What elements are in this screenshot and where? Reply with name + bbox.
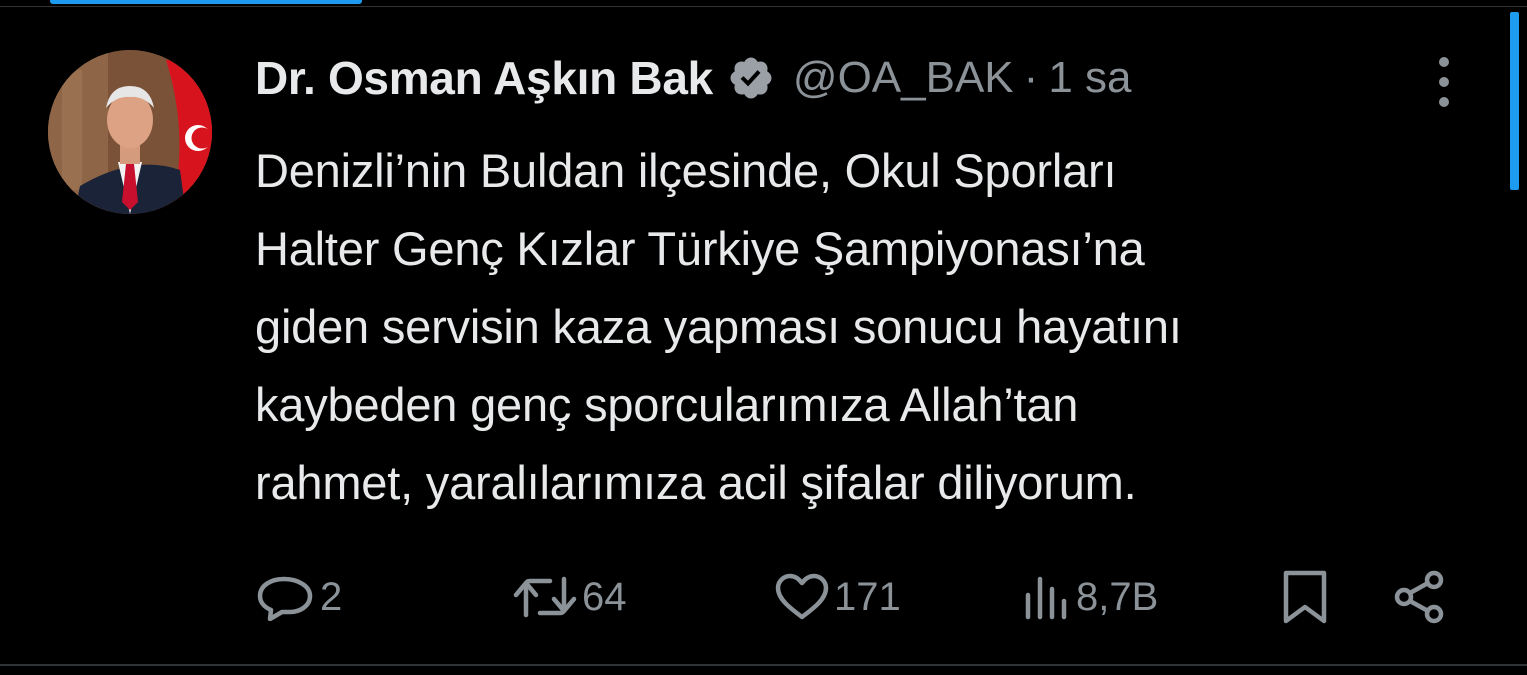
- retweet-icon: [513, 576, 577, 618]
- views-count: 8,7B: [1076, 574, 1159, 619]
- retweet-count: 64: [582, 574, 627, 619]
- views-button[interactable]: 8,7B: [1022, 566, 1158, 628]
- views-icon: [1025, 576, 1067, 620]
- top-divider: [0, 6, 1527, 7]
- tab-active-indicator: [50, 0, 362, 4]
- avatar-image: [48, 50, 212, 214]
- author-handle[interactable]: @OA_BAK: [793, 53, 1014, 103]
- avatar[interactable]: [48, 50, 212, 214]
- share-button[interactable]: [1392, 566, 1448, 628]
- bottom-divider: [0, 664, 1527, 666]
- tweet-header: Dr. Osman Aşkın Bak @OA_BAK · 1 sa: [255, 48, 1132, 108]
- reply-count: 2: [320, 574, 343, 619]
- verified-badge-icon[interactable]: [727, 54, 775, 102]
- bookmark-icon: [1283, 570, 1327, 624]
- bookmark-button[interactable]: [1280, 566, 1330, 628]
- tweet-timestamp[interactable]: 1 sa: [1048, 53, 1131, 103]
- retweet-button[interactable]: 64: [512, 566, 627, 628]
- reply-icon: [257, 576, 313, 621]
- reply-button[interactable]: 2: [256, 566, 342, 628]
- share-icon: [1394, 570, 1444, 624]
- heart-icon: [775, 573, 829, 620]
- author-display-name[interactable]: Dr. Osman Aşkın Bak: [255, 51, 713, 105]
- like-button[interactable]: 171: [774, 566, 901, 628]
- tweet-text: Denizli’nin Buldan ilçesinde, Okul Sporl…: [255, 144, 1182, 509]
- scrollbar-thumb[interactable]: [1510, 12, 1519, 190]
- like-count: 171: [834, 574, 901, 619]
- more-options-icon[interactable]: [1428, 54, 1460, 110]
- header-separator: ·: [1023, 53, 1039, 102]
